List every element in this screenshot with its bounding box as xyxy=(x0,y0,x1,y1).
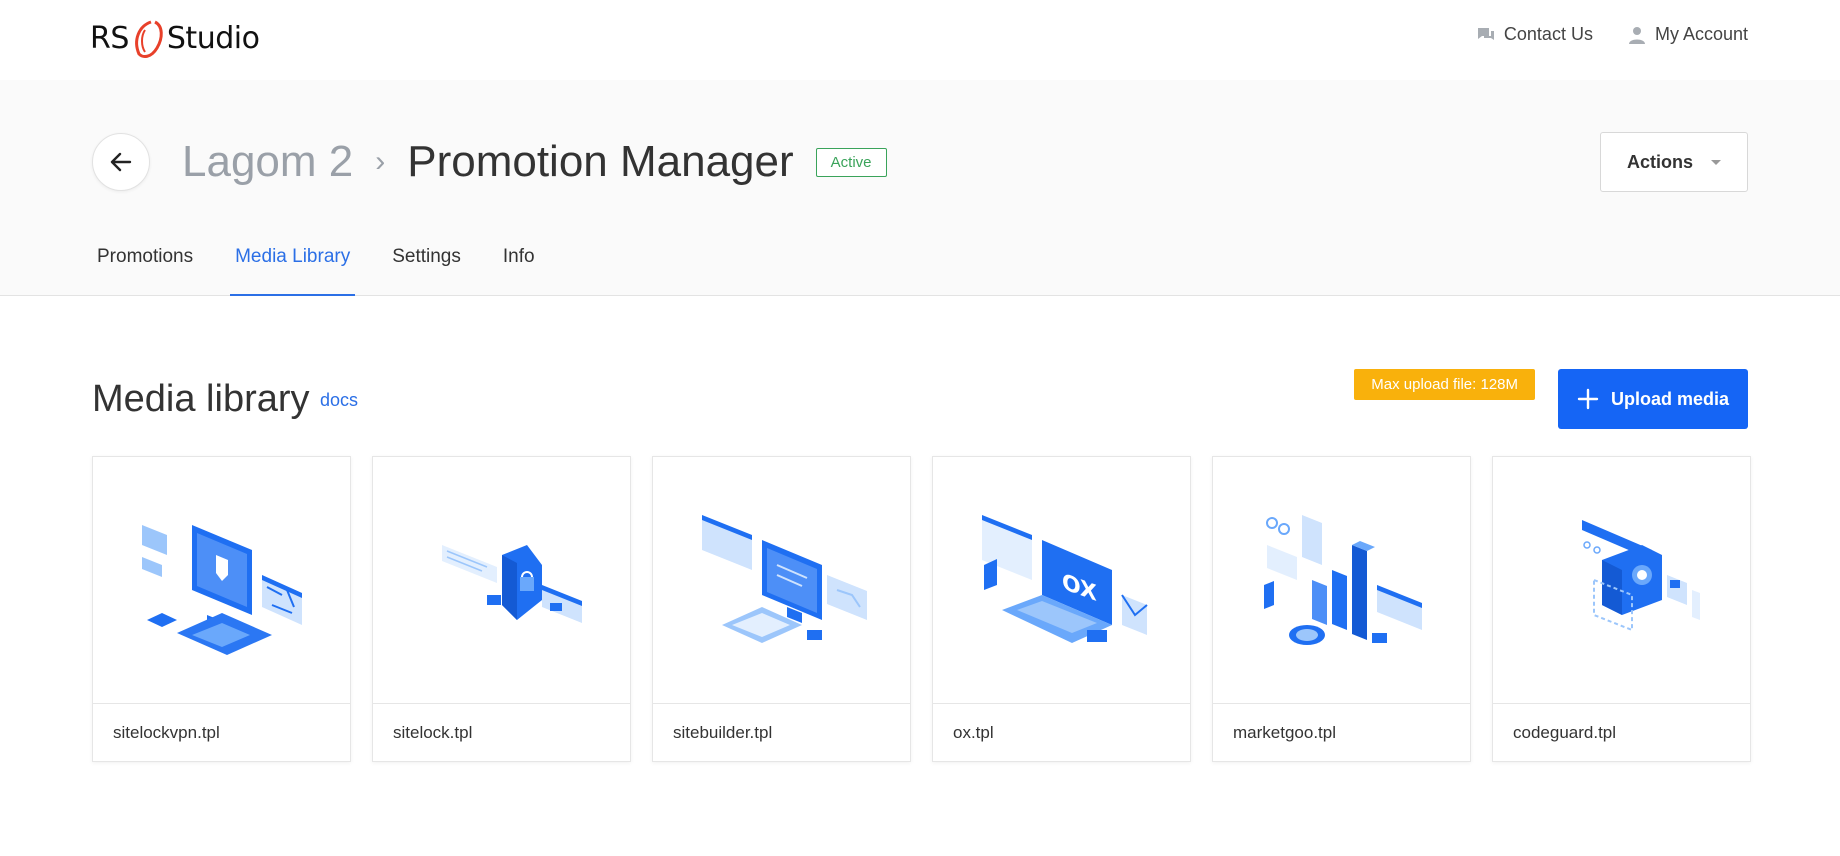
media-name: sitebuilder.tpl xyxy=(673,723,773,742)
chevron-down-icon xyxy=(1711,159,1721,165)
media-card[interactable]: sitebuilder.tpl xyxy=(652,456,911,762)
breadcrumb: Lagom 2 › Promotion Manager Active xyxy=(182,135,887,189)
actions-dropdown[interactable]: Actions xyxy=(1600,132,1748,192)
chat-icon xyxy=(1477,27,1494,40)
vpn-illustration-icon xyxy=(141,525,302,655)
main-content: Media library docs Max upload file: 128M… xyxy=(0,296,1840,856)
media-name: sitelock.tpl xyxy=(393,723,473,742)
top-bar: RS Studio Contact Us My Account xyxy=(0,0,1840,80)
upload-media-button[interactable]: Upload media xyxy=(1558,369,1748,429)
laptop-ox-illustration-icon: OX xyxy=(981,515,1148,643)
seo-chart-illustration-icon xyxy=(1263,515,1422,645)
media-thumbnail xyxy=(653,457,910,704)
logo-text-right: Studio xyxy=(166,21,260,56)
actions-label: Actions xyxy=(1626,151,1693,172)
tab-label: Info xyxy=(502,246,535,267)
my-account-link[interactable]: My Account xyxy=(1627,24,1748,45)
arrow-left-icon xyxy=(110,152,132,172)
page-header: Lagom 2 › Promotion Manager Active Actio… xyxy=(0,80,1840,297)
shield-lock-illustration-icon xyxy=(441,545,582,623)
media-name: ox.tpl xyxy=(953,723,994,742)
page-title: Promotion Manager xyxy=(407,137,794,186)
tab-settings[interactable]: Settings xyxy=(387,236,466,296)
backup-safe-illustration-icon xyxy=(1581,520,1700,632)
media-name: marketgoo.tpl xyxy=(1233,723,1336,742)
media-card[interactable]: sitelockvpn.tpl xyxy=(92,456,351,762)
plus-icon xyxy=(1577,388,1599,410)
status-badge: Active xyxy=(815,147,887,177)
upload-media-label: Upload media xyxy=(1610,388,1730,409)
media-thumbnail xyxy=(93,457,350,704)
media-thumbnail xyxy=(373,457,630,704)
media-card[interactable]: codeguard.tpl xyxy=(1492,456,1751,762)
media-thumbnail xyxy=(1493,457,1750,704)
my-account-label: My Account xyxy=(1654,24,1748,44)
tab-label: Settings xyxy=(392,246,461,267)
user-icon xyxy=(1628,26,1645,44)
contact-us-link[interactable]: Contact Us xyxy=(1476,24,1593,45)
back-button[interactable] xyxy=(92,133,150,191)
breadcrumb-separator: › xyxy=(375,145,386,178)
contact-us-label: Contact Us xyxy=(1503,24,1593,44)
media-grid: sitelockvpn.tpl sitelock.tpl sitebuilder… xyxy=(92,456,1751,762)
logo-text-left: RS xyxy=(90,21,129,56)
logo-mark-icon xyxy=(135,20,163,58)
docs-link[interactable]: docs xyxy=(320,390,358,411)
upload-limit-badge: Max upload file: 128M xyxy=(1354,369,1535,400)
tab-promotions[interactable]: Promotions xyxy=(92,236,198,296)
media-card[interactable]: OX ox.tpl xyxy=(932,456,1191,762)
media-card[interactable]: sitelock.tpl xyxy=(372,456,631,762)
tab-label: Promotions xyxy=(97,246,194,267)
media-card[interactable]: marketgoo.tpl xyxy=(1212,456,1471,762)
media-thumbnail xyxy=(1213,457,1470,704)
breadcrumb-parent[interactable]: Lagom 2 xyxy=(182,137,353,187)
tab-info[interactable]: Info xyxy=(498,236,540,296)
section-title: Media library xyxy=(92,378,310,420)
top-links: Contact Us My Account xyxy=(1476,24,1748,45)
media-thumbnail: OX xyxy=(933,457,1190,704)
website-builder-illustration-icon xyxy=(701,515,867,643)
logo[interactable]: RS Studio xyxy=(90,18,260,60)
tab-label: Media Library xyxy=(235,246,351,267)
media-name: codeguard.tpl xyxy=(1513,723,1617,742)
tab-bar: Promotions Media Library Settings Info xyxy=(92,236,572,297)
tab-media-library[interactable]: Media Library xyxy=(230,236,356,297)
media-name: sitelockvpn.tpl xyxy=(113,723,220,742)
